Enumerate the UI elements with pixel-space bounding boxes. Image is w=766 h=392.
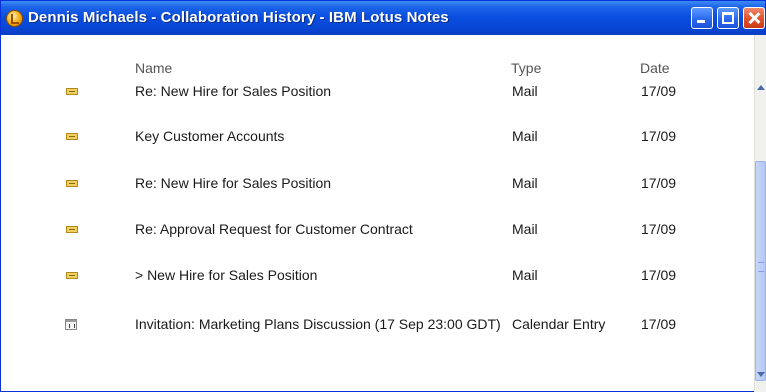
mail-icon	[66, 272, 78, 279]
scroll-up-arrow-icon[interactable]	[755, 81, 766, 95]
row-name: Re: New Hire for Sales Position	[135, 83, 332, 99]
row-date: 17/09	[641, 221, 677, 237]
title-bar[interactable]: Dennis Michaels - Collaboration History …	[1, 1, 765, 35]
column-header-name[interactable]: Name	[135, 60, 172, 76]
row-date: 17/09	[641, 128, 677, 144]
close-button[interactable]	[743, 7, 765, 29]
row-name: Key Customer Accounts	[135, 128, 285, 144]
row-type: Calendar Entry	[512, 316, 606, 332]
mail-icon	[66, 88, 78, 95]
vertical-scrollbar[interactable]	[754, 35, 766, 392]
row-type: Mail	[512, 175, 538, 191]
row-type: Mail	[512, 221, 538, 237]
collaboration-history-window: Dennis Michaels - Collaboration History …	[0, 0, 766, 392]
row-type: Mail	[512, 83, 538, 99]
maximize-button[interactable]	[717, 7, 739, 29]
row-name: > New Hire for Sales Position	[135, 267, 318, 283]
row-name: Re: Approval Request for Customer Contra…	[135, 221, 413, 237]
row-type: Mail	[512, 128, 538, 144]
row-date: 17/09	[641, 316, 677, 332]
column-header-date[interactable]: Date	[640, 60, 670, 76]
calendar-icon	[65, 319, 77, 330]
row-date: 17/09	[641, 267, 677, 283]
scrollbar-thumb[interactable]	[755, 161, 766, 381]
window-title: Dennis Michaels - Collaboration History …	[28, 9, 449, 26]
row-name: Invitation: Marketing Plans Discussion (…	[135, 316, 501, 332]
row-name: Re: New Hire for Sales Position	[135, 175, 332, 191]
mail-icon	[66, 180, 78, 187]
scrollbar-grip-icon	[758, 262, 764, 272]
scroll-down-arrow-icon[interactable]	[755, 368, 766, 382]
lotus-notes-app-icon[interactable]	[6, 10, 23, 27]
column-header-type[interactable]: Type	[511, 60, 541, 76]
row-type: Mail	[512, 267, 538, 283]
mail-icon	[66, 133, 78, 140]
row-date: 17/09	[641, 83, 677, 99]
row-date: 17/09	[641, 175, 677, 191]
mail-icon	[66, 226, 78, 233]
column-header-row	[2, 35, 754, 57]
minimize-button[interactable]	[691, 7, 713, 29]
